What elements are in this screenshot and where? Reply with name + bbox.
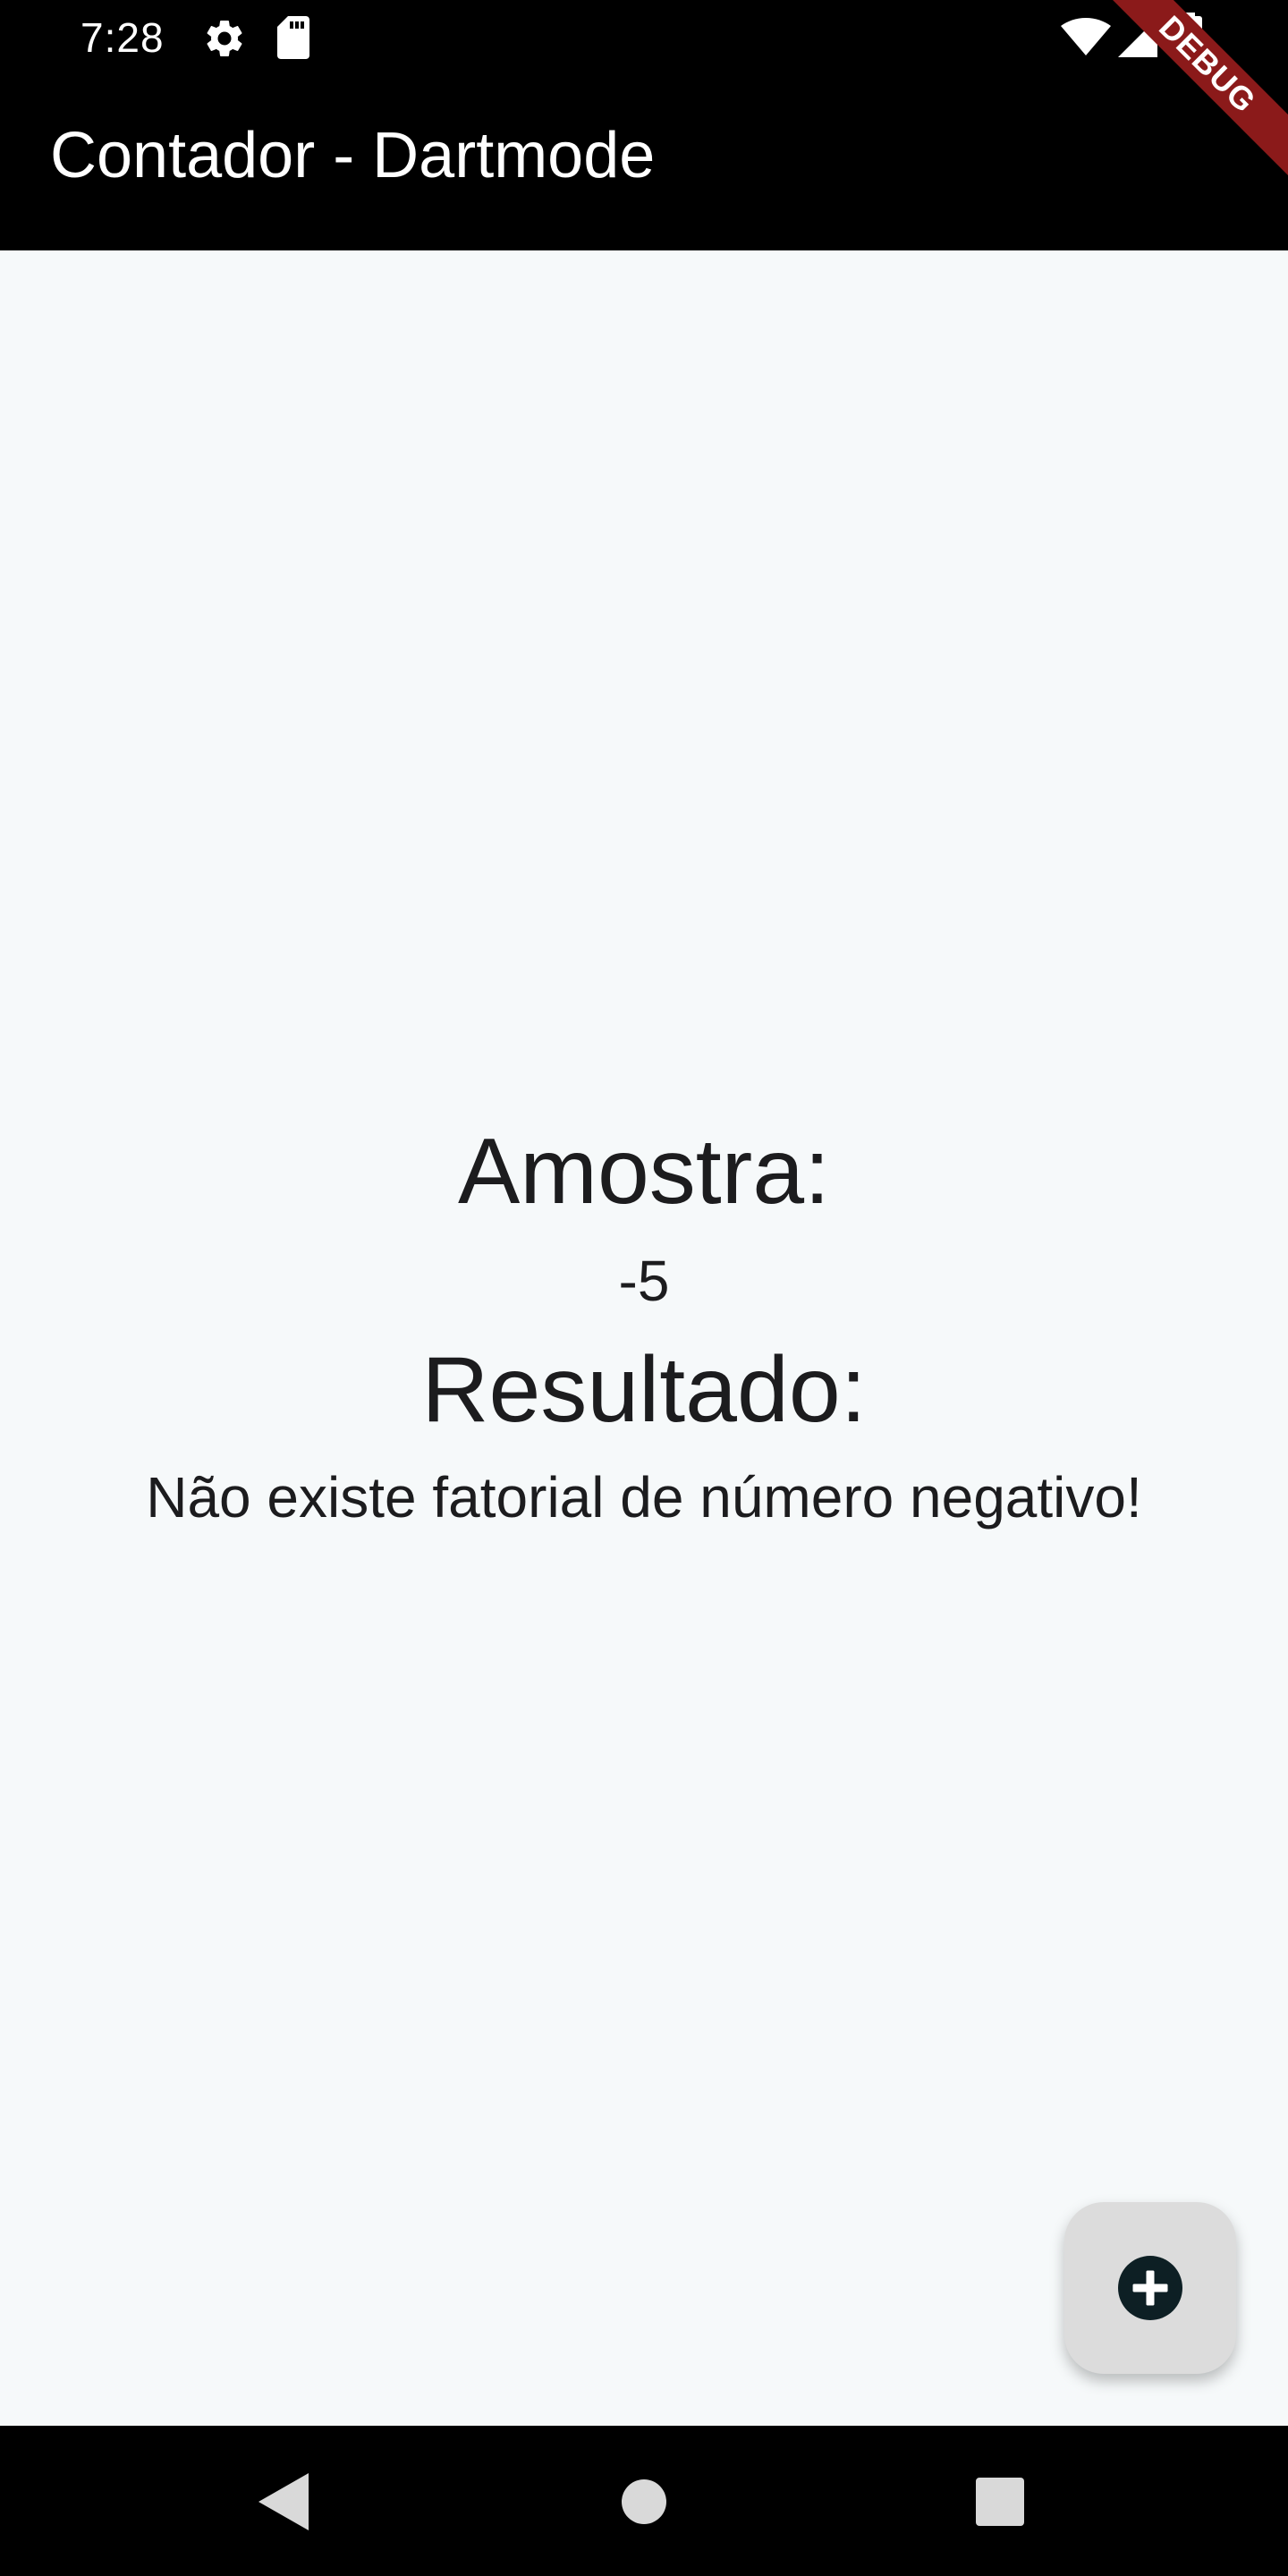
main-content: Amostra: -5 Resultado: Não existe fatori…	[0, 250, 1288, 2426]
status-time: 7:28	[80, 14, 165, 61]
gear-icon	[207, 20, 242, 56]
add-circle-icon	[1118, 2256, 1182, 2320]
system-nav-bar	[0, 2426, 1288, 2576]
app-bar: Contador - Dartmode	[0, 75, 1288, 250]
increment-fab-button[interactable]	[1064, 2202, 1236, 2374]
sample-value: -5	[618, 1249, 670, 1313]
status-bar: 7:28	[0, 0, 1288, 75]
sample-label: Amostra:	[457, 1120, 831, 1224]
nav-home-button[interactable]	[604, 2462, 684, 2542]
counter-panel: Amostra: -5 Resultado: Não existe fatori…	[0, 1118, 1288, 1542]
app-title: Contador - Dartmode	[50, 120, 656, 191]
result-value: Não existe fatorial de número negativo!	[146, 1465, 1142, 1530]
result-label: Resultado:	[421, 1338, 867, 1442]
nav-back-button[interactable]	[243, 2462, 324, 2542]
recents-icon	[976, 2478, 1024, 2526]
nav-recents-button[interactable]	[960, 2462, 1040, 2542]
sd-card-icon	[277, 16, 309, 59]
back-icon	[258, 2473, 309, 2530]
home-icon	[622, 2479, 666, 2524]
phone-screen: 7:28 Contador - Dartmode DEBUG Amostra: …	[0, 0, 1288, 2576]
wifi-icon	[1061, 18, 1111, 55]
